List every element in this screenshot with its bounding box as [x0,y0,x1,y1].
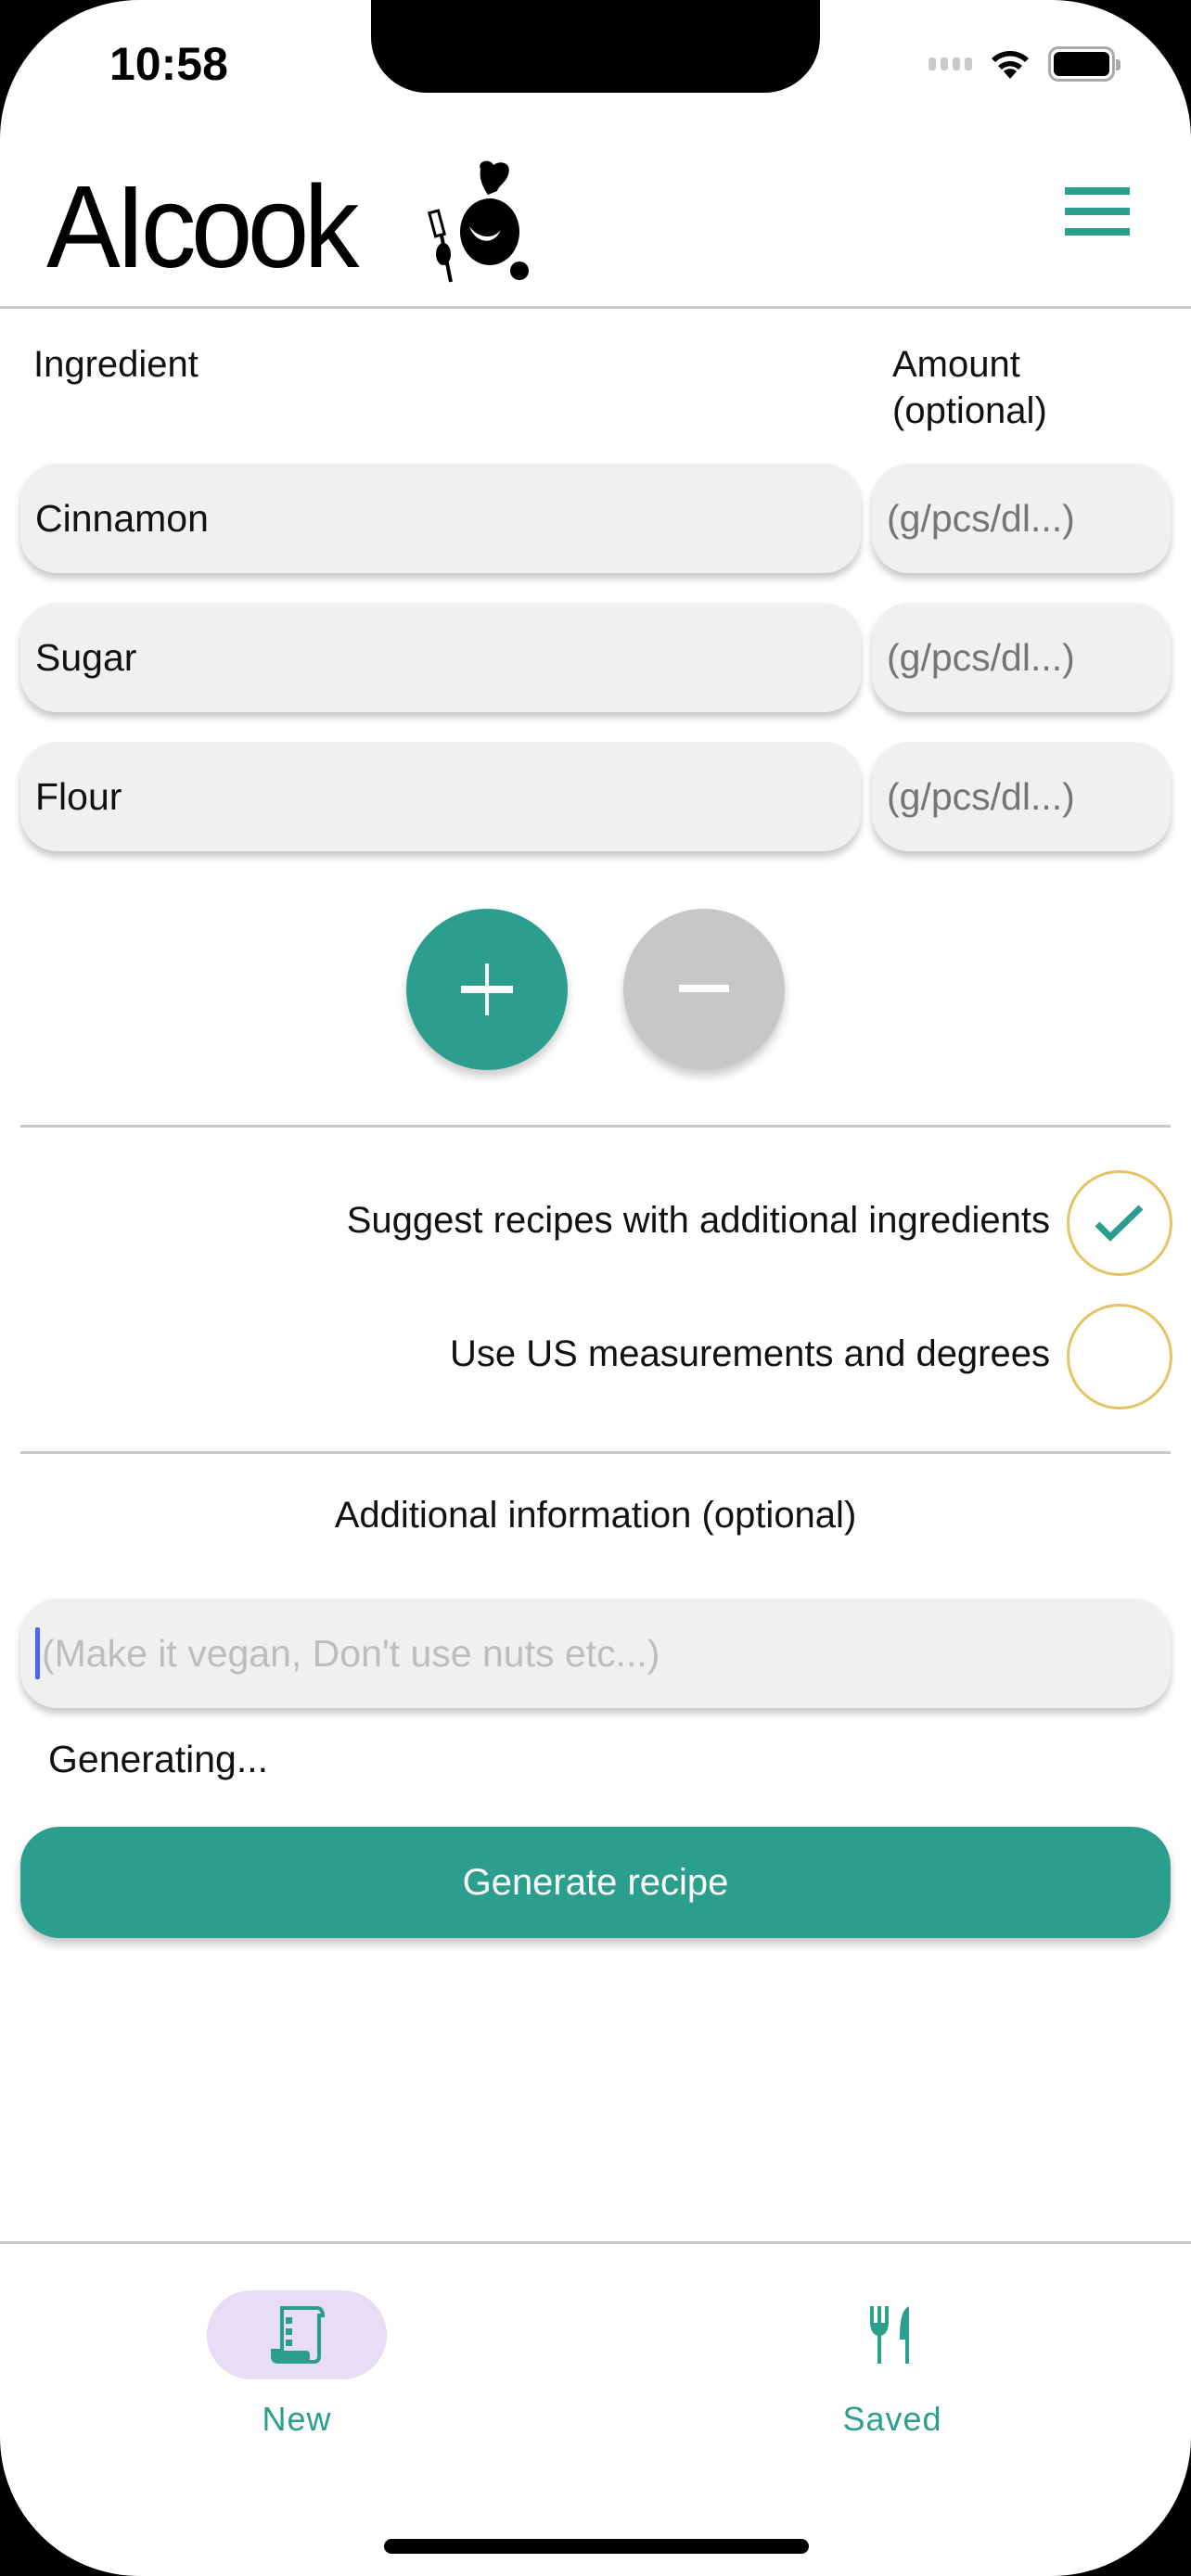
section-divider [20,1451,1171,1454]
generate-recipe-button[interactable]: Generate recipe [20,1827,1171,1938]
header-divider [0,306,1191,309]
status-icons [928,46,1121,82]
menu-icon-bar [1065,228,1130,236]
add-ingredient-button[interactable] [406,909,568,1070]
additional-info-placeholder: (Make it vegan, Don't use nuts etc...) [42,1631,660,1675]
app-screen: 10:58 AIcook Ingredient Amount (optional… [0,0,1191,2576]
wifi-icon [992,51,1029,79]
tab-saved-pill [802,2290,982,2379]
menu-icon-bar [1065,187,1130,195]
plus-icon [461,963,513,1015]
amount-input-1[interactable] [872,464,1171,573]
suggest-additional-label: Suggest recipes with additional ingredie… [346,1200,1050,1241]
minus-icon [679,985,729,992]
app-header: AIcook [0,148,1191,308]
ingredient-input-1[interactable] [20,464,861,573]
tab-new[interactable]: New [204,2290,390,2439]
checkmark-icon [1095,1205,1144,1242]
status-time: 10:58 [109,38,228,90]
device-notch [371,0,820,93]
amount-input-2[interactable] [872,603,1171,712]
utensils-icon [870,2306,909,2364]
additional-info-label: Additional information (optional) [334,1495,857,1536]
tabbar-divider [0,2241,1191,2244]
generating-status: Generating... [48,1738,269,1780]
ingredient-input-2[interactable] [20,603,861,712]
tab-new-pill [207,2290,387,2379]
us-measurements-checkbox[interactable] [1067,1304,1172,1409]
battery-icon [1048,46,1121,82]
amount-column-header: Amount (optional) [892,341,1047,434]
suggest-additional-checkbox[interactable] [1067,1170,1172,1276]
additional-info-input[interactable]: (Make it vegan, Don't use nuts etc...) [20,1599,1171,1708]
receipt-icon [271,2306,325,2364]
tab-saved[interactable]: Saved [800,2290,985,2439]
text-caret [35,1627,40,1679]
menu-icon-bar [1065,208,1130,215]
tab-saved-label: Saved [842,2400,942,2438]
app-logo-text: AIcook [46,161,359,292]
cellular-signal-icon [928,57,972,70]
amount-header-line2: (optional) [892,390,1047,431]
ingredient-input-3[interactable] [20,742,861,851]
home-indicator[interactable] [384,2539,809,2554]
section-divider [20,1125,1171,1128]
tab-new-label: New [262,2400,332,2438]
remove-ingredient-button[interactable] [623,909,785,1070]
amount-header-line1: Amount [892,344,1020,385]
amount-input-3[interactable] [872,742,1171,851]
ingredient-column-header: Ingredient [33,344,198,385]
us-measurements-label: Use US measurements and degrees [450,1333,1050,1374]
chef-logo-icon [427,160,529,283]
menu-button[interactable] [1065,187,1130,236]
